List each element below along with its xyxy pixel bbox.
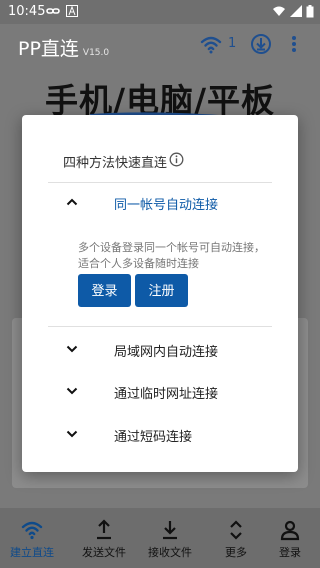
info-icon[interactable] — [169, 152, 184, 167]
battery-icon — [306, 5, 314, 18]
status-notification-icons — [46, 5, 78, 17]
chevron-down-icon — [66, 345, 78, 353]
more-vert-icon[interactable] — [289, 35, 299, 53]
nav-item-send-file[interactable]: 发送文件 — [72, 508, 136, 568]
wifi-signal-icon — [273, 6, 285, 16]
divider — [48, 326, 272, 327]
method-label: 同一帐号自动连接 — [114, 198, 219, 213]
app-version: V15.0 — [82, 48, 110, 58]
method-row-temp-url[interactable]: 通过临时网址连接 — [48, 372, 272, 412]
dialog-title: 四种方法快速直连 — [63, 156, 168, 171]
method-description: 多个设备登录同一个帐号可自动连接，适合个人多设备随时连接 — [78, 241, 265, 270]
chevron-up-icon — [66, 198, 78, 206]
wifi-icon[interactable] — [200, 36, 222, 54]
connection-count: 1 — [228, 36, 237, 51]
login-button[interactable]: 登录 — [78, 274, 131, 307]
upload-icon — [97, 519, 111, 540]
nav-label: 登录 — [279, 546, 301, 559]
connect-methods-dialog: 四种方法快速直连 同一帐号自动连接 多个设备登录同一个帐号可自动连接，适合个人多… — [22, 115, 298, 472]
nav-item-login[interactable]: 登录 — [258, 508, 320, 568]
app-name: PP直连 — [18, 38, 79, 60]
nav-item-receive-file[interactable]: 接收文件 — [138, 508, 202, 568]
method-row-same-account[interactable]: 同一帐号自动连接 — [48, 183, 272, 223]
app-title: PP直连 V15.0 — [18, 34, 109, 61]
nav-label: 建立直连 — [10, 546, 54, 559]
nav-label: 发送文件 — [82, 546, 126, 559]
method-label: 局域网内自动连接 — [114, 345, 219, 360]
status-bar: 10:45 — [0, 0, 320, 24]
method-row-lan[interactable]: 局域网内自动连接 — [48, 330, 272, 370]
method-label: 通过临时网址连接 — [114, 387, 219, 402]
download-circle-icon[interactable] — [250, 33, 272, 55]
link-icon — [46, 8, 60, 14]
register-button[interactable]: 注册 — [135, 274, 188, 307]
person-icon — [280, 520, 300, 541]
chevron-down-icon — [66, 387, 78, 395]
nav-item-connect[interactable]: 建立直连 — [0, 508, 64, 568]
bottom-nav: 建立直连 发送文件 接收文件 更多 登录 — [0, 508, 320, 568]
status-time: 10:45 — [8, 4, 46, 19]
font-a-icon — [66, 5, 78, 17]
download-icon — [163, 521, 177, 540]
nav-label: 接收文件 — [148, 546, 192, 559]
method-row-short-code[interactable]: 通过短码连接 — [48, 415, 272, 455]
status-system-icons — [272, 5, 314, 18]
app-bar: PP直连 V15.0 1 — [0, 24, 320, 68]
cell-signal-icon — [290, 5, 302, 17]
expand-icon — [230, 520, 242, 540]
chevron-down-icon — [66, 430, 78, 438]
method-label: 通过短码连接 — [114, 430, 193, 445]
wifi-icon — [21, 521, 43, 540]
